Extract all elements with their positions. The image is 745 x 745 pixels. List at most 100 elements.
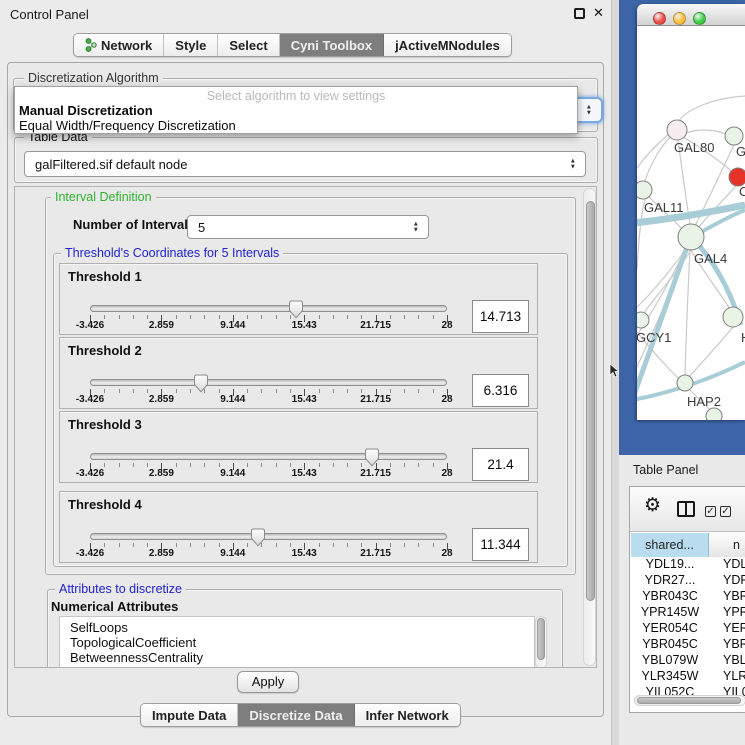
network-node[interactable] xyxy=(723,307,743,327)
number-of-intervals-spinner[interactable]: 5 ▲▼ xyxy=(187,215,429,239)
table-row[interactable]: YPR145WYPR1 xyxy=(631,605,745,621)
slider-tick xyxy=(290,543,291,547)
slider-tick xyxy=(433,315,434,319)
attribute-list-item[interactable]: BetweennessCentrality xyxy=(70,650,203,665)
table-hscrollbar[interactable] xyxy=(634,695,745,706)
slider-tick xyxy=(247,463,248,467)
table-row[interactable]: YBL079WYBL0 xyxy=(631,653,745,669)
attributes-list-scrollbar[interactable] xyxy=(535,616,547,668)
main-scrollbar-thumb[interactable] xyxy=(586,201,595,601)
columns-icon[interactable] xyxy=(677,501,695,517)
network-node[interactable] xyxy=(725,127,743,145)
checkbox-checked-icon[interactable]: ✓ xyxy=(720,506,731,517)
network-node[interactable] xyxy=(637,181,652,199)
zoom-traffic-light-icon[interactable] xyxy=(693,12,706,25)
tab-label: Impute Data xyxy=(152,708,226,723)
tab-label: Cyni Toolbox xyxy=(291,38,372,53)
tab-label: Select xyxy=(229,38,267,53)
threshold-label: Threshold 3 xyxy=(68,417,142,432)
threshold-value-field[interactable]: 6.316 xyxy=(472,374,529,407)
tab-infer-network[interactable]: Infer Network xyxy=(355,704,460,726)
slider-track[interactable] xyxy=(90,533,447,540)
slider-track[interactable] xyxy=(90,379,447,386)
slider-thumb[interactable] xyxy=(288,300,304,319)
network-edge[interactable] xyxy=(685,250,690,375)
close-traffic-light-icon[interactable] xyxy=(653,12,666,25)
tab-impute-data[interactable]: Impute Data xyxy=(141,704,238,726)
attribute-list-item[interactable]: TopologicalCoefficient xyxy=(70,635,196,650)
settings-scrollpane: Interval Definition Number of Intervals … xyxy=(14,186,597,668)
apply-button[interactable]: Apply xyxy=(237,671,299,693)
slider-tick-label: 9.144 xyxy=(201,548,265,559)
table-row[interactable]: YBR043CYBR0 xyxy=(631,589,745,605)
dropdown-item-equal-width[interactable]: Equal Width/Frequency Discretization xyxy=(19,118,236,133)
table-hscrollbar-thumb[interactable] xyxy=(637,697,741,704)
slider-track[interactable] xyxy=(90,305,447,312)
slider-tick xyxy=(347,389,348,393)
float-window-icon[interactable] xyxy=(574,8,585,19)
network-node[interactable] xyxy=(667,120,687,140)
slider-tick xyxy=(390,543,391,547)
threshold-value-field[interactable]: 14.713 xyxy=(472,300,529,333)
slider-tick xyxy=(276,543,277,547)
table-row[interactable]: YBR045CYBR0 xyxy=(631,637,745,653)
main-scrollbar[interactable] xyxy=(583,188,596,666)
table-data-combobox[interactable]: galFiltered.sif default node ▲▼ xyxy=(24,151,586,177)
tab-select[interactable]: Select xyxy=(218,34,279,56)
slider-tick xyxy=(347,315,348,319)
slider-thumb[interactable] xyxy=(193,374,209,393)
gear-icon[interactable]: ⚙ xyxy=(644,496,661,515)
tab-cyni-toolbox[interactable]: Cyni Toolbox xyxy=(280,34,384,56)
table-row[interactable]: YLR345WYLR3 xyxy=(631,669,745,685)
cell-shared-name: YLR345W xyxy=(631,669,709,683)
threshold-panel: Threshold 3-3.4262.8599.14415.4321.71528… xyxy=(59,411,538,483)
cell-shared-name: YDR27... xyxy=(631,573,709,587)
threshold-value-field[interactable]: 11.344 xyxy=(472,528,529,561)
slider-tick xyxy=(104,389,105,393)
threshold-label: Threshold 1 xyxy=(68,269,142,284)
network-node[interactable] xyxy=(706,408,722,420)
network-node[interactable] xyxy=(677,375,693,391)
combo-arrows-icon: ▲▼ xyxy=(586,104,592,115)
table-data-combo-value: galFiltered.sif default node xyxy=(35,157,187,172)
table-row[interactable]: YER054CYER0 xyxy=(631,621,745,637)
network-node[interactable] xyxy=(637,312,649,328)
tab-discretize-data[interactable]: Discretize Data xyxy=(238,704,354,726)
slider-thumb[interactable] xyxy=(364,448,380,467)
tab-label: Infer Network xyxy=(366,708,449,723)
tab-style[interactable]: Style xyxy=(164,34,218,56)
slider-tick-label: -3.426 xyxy=(58,320,122,331)
slider-tick xyxy=(133,543,134,547)
column-header-name[interactable]: n xyxy=(709,533,745,557)
tab-jactivemnodules[interactable]: jActiveMNodules xyxy=(384,34,511,56)
column-header-shared-name[interactable]: shared... xyxy=(631,533,709,557)
interval-definition-group-title: Interval Definition xyxy=(51,190,156,204)
network-edge[interactable] xyxy=(637,133,670,168)
network-edge[interactable] xyxy=(679,96,745,121)
dropdown-item-manual-discretization[interactable]: Manual Discretization xyxy=(19,103,153,118)
minimize-traffic-light-icon[interactable] xyxy=(673,12,686,25)
attributes-list-scrollbar-thumb[interactable] xyxy=(537,618,545,660)
slider-tick-label: 2.859 xyxy=(129,394,193,405)
network-node[interactable] xyxy=(678,224,704,250)
network-window-titlebar[interactable] xyxy=(637,4,745,26)
numerical-attributes-list[interactable]: SelfLoopsTopologicalCoefficientBetweenne… xyxy=(59,616,535,668)
attribute-list-item[interactable]: SelfLoops xyxy=(70,620,128,635)
network-desktop: GAL80GACGAL11GAL4GCY1HHAP2 xyxy=(619,0,745,455)
table-row[interactable]: YDR27...YDR2 xyxy=(631,573,745,589)
threshold-value-field[interactable]: 21.4 xyxy=(472,448,529,481)
slider-tick xyxy=(390,463,391,467)
network-edge[interactable] xyxy=(686,130,726,134)
checkbox-checked-icon[interactable]: ✓ xyxy=(705,506,716,517)
table-row[interactable]: YDL19...YDL1 xyxy=(631,557,745,573)
dropdown-placeholder-item[interactable]: Select algorithm to view settings xyxy=(15,89,577,103)
node-label: GAL11 xyxy=(644,200,684,215)
network-canvas[interactable]: GAL80GACGAL11GAL4GCY1HHAP2 xyxy=(637,26,745,420)
slider-track[interactable] xyxy=(90,453,447,460)
tab-network[interactable]: Network xyxy=(74,34,164,56)
slider-tick-label: 15.43 xyxy=(272,548,336,559)
slider-tick xyxy=(361,389,362,393)
slider-tick xyxy=(319,463,320,467)
slider-thumb[interactable] xyxy=(250,528,266,547)
close-icon[interactable]: ✕ xyxy=(593,5,604,21)
